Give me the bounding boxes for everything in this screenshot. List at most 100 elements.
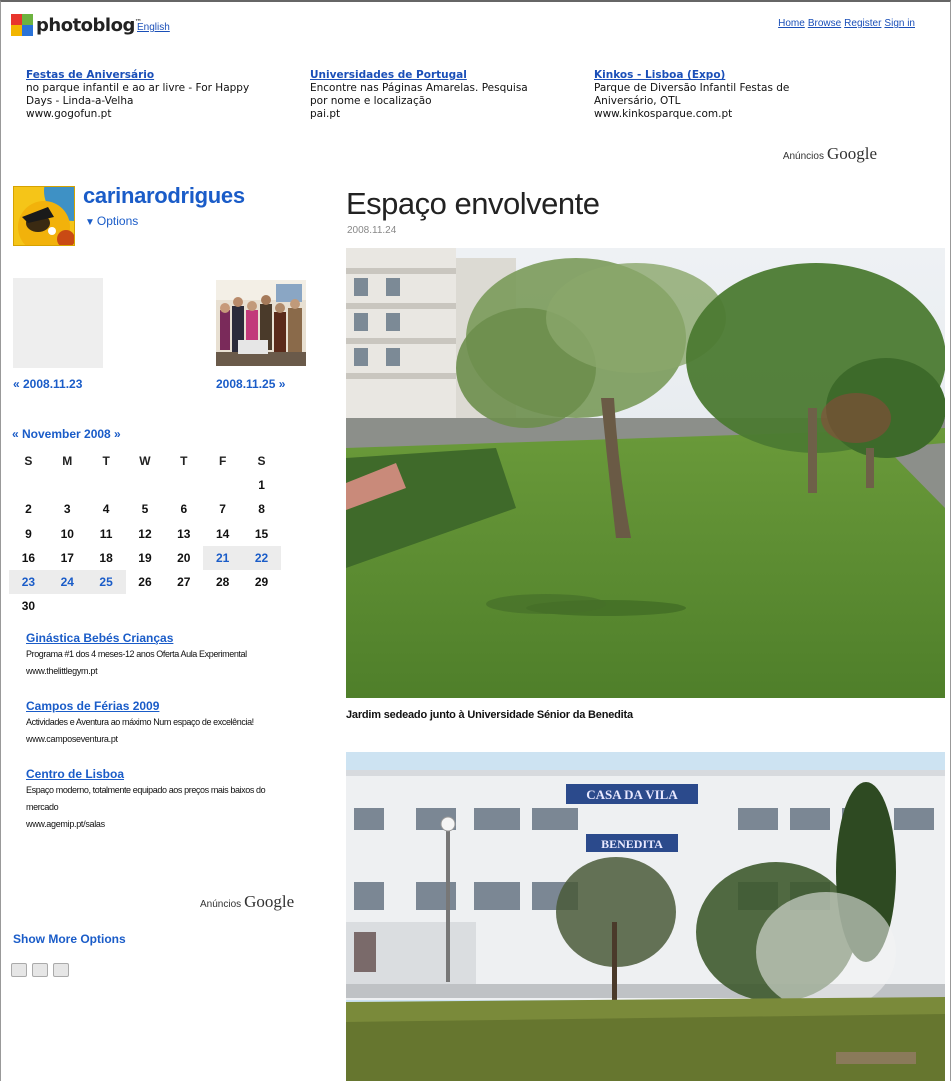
calendar-day: 6: [180, 502, 188, 517]
calendar-day: 3: [63, 502, 71, 517]
prev-photo-thumbnail[interactable]: [13, 278, 103, 368]
sidebar-ad-url[interactable]: www.agemip.pt/salas: [26, 816, 266, 833]
sidebar-ad-text: Espaço moderno, totalmente equipado aos …: [26, 785, 266, 812]
ads-by-google-sidebar[interactable]: Anúncios Google: [200, 892, 294, 912]
calendar-day: 27: [177, 575, 191, 590]
show-more-options-link[interactable]: Show More Options: [13, 932, 126, 946]
calendar-week-row: 16 17 18 19 20 21 22: [9, 545, 281, 570]
photoblog-logo[interactable]: photoblog™: [11, 14, 142, 36]
calendar-empty-cell: [87, 473, 126, 497]
calendar-week-row: 9 10 11 12 13 14 15: [9, 522, 281, 546]
post-caption: Jardim sedeado junto à Universidade Séni…: [346, 709, 633, 721]
weekday-label: S: [257, 454, 266, 469]
calendar-day: 29: [254, 575, 269, 590]
post-photo-garden[interactable]: [346, 248, 945, 698]
calendar-day: 28: [215, 575, 230, 590]
calendar-empty-cell: [48, 473, 87, 497]
calendar-day-link[interactable]: 25: [86, 569, 126, 595]
calendar-day: 9: [25, 526, 32, 541]
share-icon[interactable]: [53, 963, 69, 977]
calendar-empty-cell: [203, 594, 242, 618]
calendar-day: 30: [21, 599, 36, 614]
calendar-day-link[interactable]: 22: [242, 545, 281, 570]
avatar-image: [14, 187, 74, 245]
calendar-day: 8: [258, 502, 265, 517]
sidebar-ad-title-link[interactable]: Campos de Férias 2009: [26, 698, 266, 714]
logo-mark-icon: [11, 14, 33, 36]
ad-url[interactable]: pai.pt: [310, 108, 540, 121]
username[interactable]: carinarodrigues: [83, 183, 245, 209]
calendar-day-link[interactable]: 23: [9, 569, 48, 595]
logo-text: photoblog™: [36, 14, 142, 36]
post-photo-building[interactable]: CASA DA VILA BENEDITA: [346, 752, 945, 1081]
calendar-day: 26: [138, 575, 152, 590]
top-ad: Universidades de Portugal Encontre nas P…: [310, 69, 540, 121]
sidebar-ad-title-link[interactable]: Centro de Lisboa: [26, 766, 266, 782]
sidebar-ad-url[interactable]: www.camposeventura.pt: [26, 731, 266, 748]
calendar-empty-cell: [48, 594, 87, 618]
calendar-empty-cell: [164, 594, 203, 618]
calendar-empty-cell: [9, 473, 48, 497]
calendar-month-nav[interactable]: « November 2008 »: [12, 427, 121, 441]
top-ad: Kinkos - Lisboa (Expo) Parque de Diversã…: [594, 69, 844, 121]
next-photo-thumbnail[interactable]: [216, 280, 306, 366]
calendar-day: 7: [219, 502, 226, 517]
prev-date-link[interactable]: « 2008.11.23: [13, 377, 82, 391]
ad-title-link[interactable]: Festas de Aniversário: [26, 69, 276, 82]
nav-register-link[interactable]: Register: [844, 18, 881, 29]
calendar-week-row: 23 24 25 26 27 28 29: [9, 569, 281, 595]
sidebar-ad: Centro de Lisboa Espaço moderno, totalme…: [26, 766, 266, 833]
calendar: S M T W T F S 1 2 3 4 5 6 7 8 9 10 11 12 13 14 15 16 17 1…: [9, 449, 281, 618]
weekday-label: F: [218, 454, 227, 469]
language-link[interactable]: English: [137, 22, 170, 33]
calendar-day-link[interactable]: 24: [47, 569, 87, 595]
options-menu[interactable]: ▼ Options: [85, 214, 138, 228]
nav-home-link[interactable]: Home: [778, 18, 805, 29]
calendar-empty-cell: [126, 473, 165, 497]
calendar-day-link[interactable]: 21: [203, 545, 243, 570]
next-thumbnail-image: [216, 280, 306, 366]
calendar-week-row: 2 3 4 5 6 7 8: [9, 497, 281, 521]
weekday-label: T: [180, 454, 188, 469]
calendar-day: 20: [177, 550, 191, 565]
ad-url[interactable]: www.gogofun.pt: [26, 108, 276, 121]
rss-icon[interactable]: [11, 963, 27, 977]
calendar-day: 15: [254, 526, 269, 541]
garden-photo-image: [346, 248, 945, 698]
ad-title-link[interactable]: Kinkos - Lisboa (Expo): [594, 69, 844, 82]
sidebar-ad-url[interactable]: www.thelittlegym.pt: [26, 663, 266, 680]
calendar-week-row: 30: [9, 594, 281, 618]
calendar-day: 18: [99, 550, 113, 565]
ads-by-label: Anúncios: [782, 151, 824, 162]
weekday-label: S: [24, 454, 33, 469]
feed-icons: [11, 963, 69, 977]
ad-text: Parque de Diversão Infantil Festas de An…: [594, 82, 790, 107]
sidebar-ad-text: Actividades e Aventura ao máximo Num esp…: [26, 717, 254, 727]
print-icon[interactable]: [32, 963, 48, 977]
calendar-empty-cell: [203, 473, 242, 497]
calendar-day: 11: [99, 526, 113, 541]
top-nav: Home Browse Register Sign in: [778, 18, 915, 29]
sidebar-ad: Ginástica Bebés Crianças Programa #1 dos…: [26, 630, 266, 680]
calendar-day: 13: [177, 526, 191, 541]
next-date-link[interactable]: 2008.11.25 »: [216, 377, 285, 391]
avatar[interactable]: [13, 186, 75, 246]
calendar-weekday-row: S M T W T F S: [9, 449, 281, 473]
ad-url[interactable]: www.kinkosparque.com.pt: [594, 108, 844, 121]
nav-signin-link[interactable]: Sign in: [884, 18, 915, 29]
calendar-day: 2: [25, 502, 32, 517]
ad-text: Encontre nas Páginas Amarelas. Pesquisa …: [310, 82, 528, 107]
ads-by-google[interactable]: Anúncios Google: [783, 144, 877, 164]
calendar-day: 16: [21, 550, 36, 565]
calendar-week-row: 1: [9, 473, 281, 497]
calendar-empty-cell: [242, 594, 281, 618]
triangle-down-icon: ▼: [85, 217, 95, 228]
calendar-day: 10: [60, 526, 74, 541]
ad-text: no parque infantil e ao ar livre - For H…: [26, 82, 250, 107]
nav-browse-link[interactable]: Browse: [808, 18, 841, 29]
calendar-empty-cell: [164, 473, 203, 497]
calendar-empty-cell: [126, 594, 165, 618]
ad-title-link[interactable]: Universidades de Portugal: [310, 69, 540, 82]
post-date: 2008.11.24: [347, 225, 397, 236]
sidebar-ad-title-link[interactable]: Ginástica Bebés Crianças: [26, 630, 266, 646]
